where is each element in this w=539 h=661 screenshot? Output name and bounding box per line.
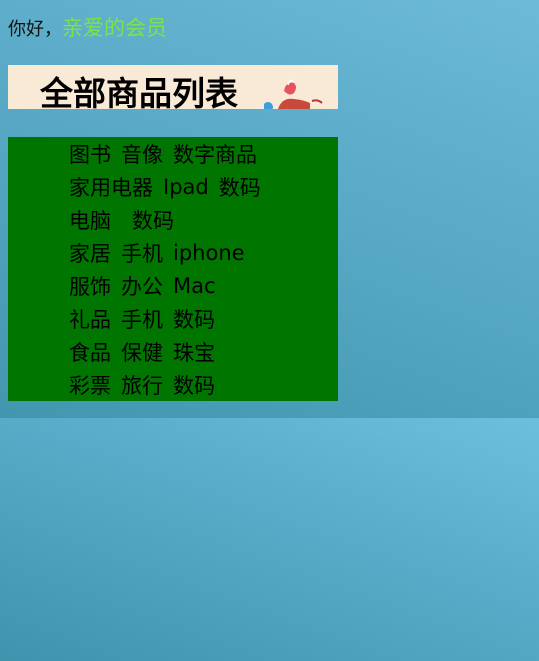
category-row: 家用电器 Ipad 数码 <box>69 170 271 203</box>
category-link-travel[interactable]: 旅行 <box>121 370 163 400</box>
category-link-apparel[interactable]: 服饰 <box>69 271 111 301</box>
category-link-computers[interactable]: 电脑 <box>69 205 111 235</box>
category-row: 服饰 办公 Mac <box>69 269 226 302</box>
category-link-ipad[interactable]: Ipad <box>163 175 209 199</box>
category-link-lottery[interactable]: 彩票 <box>69 370 111 400</box>
category-link-food[interactable]: 食品 <box>69 337 111 367</box>
category-link-jewelry[interactable]: 珠宝 <box>173 337 215 367</box>
category-link-digital[interactable]: 数码 <box>173 370 215 400</box>
category-link-gifts[interactable]: 礼品 <box>69 304 111 334</box>
category-link-phones[interactable]: 手机 <box>121 238 163 268</box>
category-row: 礼品 手机 数码 <box>69 302 225 335</box>
category-link-digital[interactable]: 数码 <box>219 172 261 202</box>
banner-title: 全部商品列表 <box>40 74 238 109</box>
gift-decoration-icon <box>264 79 323 109</box>
category-link-books[interactable]: 图书 <box>69 139 111 169</box>
greeting-text: 你好， <box>8 19 62 40</box>
category-link-digital[interactable]: 数码 <box>173 304 215 334</box>
all-products-banner: 全部商品列表 <box>8 65 338 109</box>
member-link[interactable]: 亲爱的会员 <box>62 12 167 42</box>
category-link-health[interactable]: 保健 <box>121 337 163 367</box>
page-background-bottom <box>0 418 539 661</box>
category-row: 食品 保健 珠宝 <box>69 335 225 368</box>
category-row: 彩票 旅行 数码 <box>69 368 225 401</box>
category-link-audio-video[interactable]: 音像 <box>121 139 163 169</box>
category-link-home[interactable]: 家居 <box>69 238 111 268</box>
category-list-panel: 图书 音像 数字商品 家用电器 Ipad 数码 电脑 数码 家居 手机 ipho… <box>8 137 338 401</box>
category-row: 家居 手机 iphone <box>69 236 255 269</box>
category-link-phones[interactable]: 手机 <box>121 304 163 334</box>
category-link-mac[interactable]: Mac <box>173 274 216 298</box>
category-row: 电脑 数码 <box>69 203 184 236</box>
category-link-home-appliances[interactable]: 家用电器 <box>69 172 153 202</box>
category-link-iphone[interactable]: iphone <box>173 241 245 265</box>
greeting-bar: 你好， 亲爱的会员 <box>8 12 167 40</box>
category-link-office[interactable]: 办公 <box>121 271 163 301</box>
category-link-digital-goods[interactable]: 数字商品 <box>173 139 257 169</box>
category-row: 图书 音像 数字商品 <box>69 137 267 170</box>
category-link-digital[interactable]: 数码 <box>132 205 174 235</box>
